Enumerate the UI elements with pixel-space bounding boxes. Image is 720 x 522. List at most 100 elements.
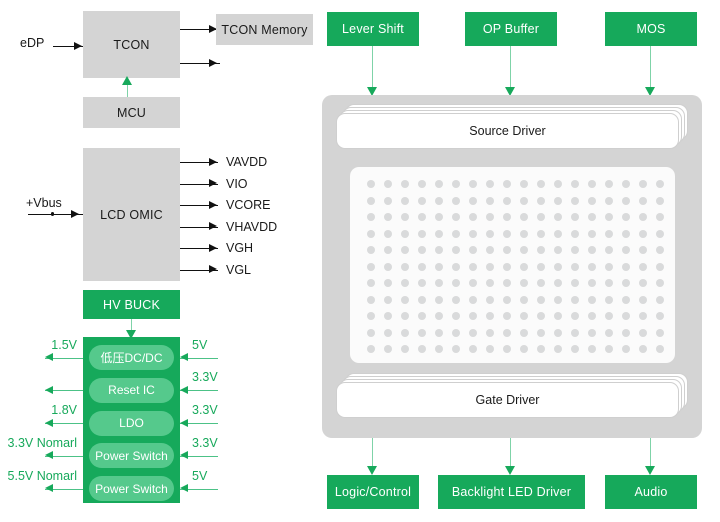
pixel-dot bbox=[554, 180, 562, 188]
power-in-label: 5V bbox=[192, 337, 208, 352]
pixel-dot bbox=[503, 213, 511, 221]
block-audio[interactable]: Audio bbox=[605, 475, 697, 509]
diagram-canvas: eDP TCON TCON Memory MCU +Vbus LCD OMIC … bbox=[0, 0, 720, 522]
block-logic-control-label: Logic/Control bbox=[334, 485, 412, 499]
pixel-dot bbox=[367, 196, 375, 205]
pixel-dot bbox=[554, 196, 562, 205]
pixel-dot bbox=[418, 328, 426, 337]
power-in-arrow-icon bbox=[180, 353, 188, 361]
source-driver-card-front[interactable]: Source Driver bbox=[336, 113, 679, 149]
pixel-dot bbox=[418, 262, 426, 271]
pixel-dot bbox=[384, 262, 392, 271]
pixel-dot bbox=[452, 328, 460, 337]
pixel-dot bbox=[605, 262, 613, 271]
pixel-dot bbox=[605, 213, 613, 221]
pixel-dot bbox=[452, 262, 460, 271]
pixel-dot bbox=[571, 213, 579, 221]
pixel-dot bbox=[418, 180, 426, 188]
pixel-dot bbox=[639, 279, 647, 287]
power-out-arrow-icon bbox=[45, 418, 53, 427]
pixel-dot bbox=[503, 345, 511, 353]
pixel-dot bbox=[384, 295, 392, 304]
block-audio-label: Audio bbox=[634, 485, 668, 499]
pixel-dot bbox=[401, 229, 409, 238]
power-stage-pill[interactable]: Power Switch bbox=[89, 476, 174, 502]
pixel-dot bbox=[384, 196, 392, 205]
pixel-dot bbox=[588, 262, 596, 271]
pixel-dot bbox=[622, 246, 630, 254]
block-lever-shift[interactable]: Lever Shift bbox=[327, 12, 419, 46]
pixel-dot bbox=[588, 229, 596, 238]
pixel-dot bbox=[469, 196, 477, 205]
power-in-label: 3.3V bbox=[192, 435, 218, 450]
pixel-dot bbox=[503, 312, 511, 320]
pixel-dot bbox=[639, 246, 647, 254]
block-mos[interactable]: MOS bbox=[605, 12, 697, 46]
block-op-buffer-label: OP Buffer bbox=[482, 22, 540, 36]
pixel-dot bbox=[520, 312, 528, 320]
pixel-dot bbox=[639, 345, 647, 353]
pixel-dot bbox=[418, 279, 426, 287]
pixel-dot bbox=[554, 312, 562, 320]
pixel-dot bbox=[520, 196, 528, 205]
pixel-dot bbox=[639, 312, 647, 320]
pixel-dot bbox=[469, 262, 477, 271]
pixel-dot bbox=[486, 312, 494, 320]
gate-driver-stack[interactable]: Gate Driver bbox=[336, 373, 688, 419]
pixel-dot bbox=[520, 213, 528, 221]
source-driver-stack[interactable]: Source Driver bbox=[336, 104, 688, 150]
power-out-label: 1.5V bbox=[51, 337, 77, 352]
pixel-dot bbox=[401, 295, 409, 304]
pixel-dot bbox=[656, 328, 664, 337]
pixel-dot bbox=[486, 196, 494, 205]
pixel-dot bbox=[537, 295, 545, 304]
pixel-dot bbox=[435, 295, 443, 304]
pixel-dot bbox=[435, 262, 443, 271]
pixel-dot bbox=[605, 328, 613, 337]
pixel-dot bbox=[520, 246, 528, 254]
pixel-dot bbox=[622, 312, 630, 320]
pixel-dot bbox=[503, 295, 511, 304]
pixel-dot bbox=[656, 180, 664, 188]
pixel-dot bbox=[537, 246, 545, 254]
pixel-dot bbox=[656, 196, 664, 205]
pixel-dot bbox=[571, 328, 579, 337]
pixel-dot bbox=[571, 345, 579, 353]
pixel-dot bbox=[486, 246, 494, 254]
block-backlight-led-driver[interactable]: Backlight LED Driver bbox=[438, 475, 585, 509]
pixel-dot bbox=[622, 196, 630, 205]
block-lever-shift-label: Lever Shift bbox=[342, 22, 404, 36]
pixel-dot bbox=[571, 229, 579, 238]
power-stage-pill[interactable]: LDO bbox=[89, 410, 174, 436]
pixel-dot bbox=[554, 229, 562, 238]
pixel-dot bbox=[554, 328, 562, 337]
pixel-dot bbox=[503, 262, 511, 271]
power-stage-pill[interactable]: Reset IC bbox=[89, 377, 174, 403]
pixel-dot bbox=[367, 328, 375, 337]
pixel-dot bbox=[588, 246, 596, 254]
pixel-dot bbox=[435, 328, 443, 337]
pixel-dot bbox=[554, 345, 562, 353]
pixel-dot bbox=[401, 213, 409, 221]
power-out-label: 3.3V Nomarl bbox=[7, 435, 77, 450]
power-stage-pill[interactable]: Power Switch bbox=[89, 443, 174, 469]
power-out-arrow-icon bbox=[45, 353, 53, 361]
block-logic-control[interactable]: Logic/Control bbox=[327, 475, 419, 509]
pixel-dot bbox=[520, 229, 528, 238]
pixel-dot bbox=[384, 279, 392, 287]
pixel-dot bbox=[571, 246, 579, 254]
pixel-dot bbox=[656, 312, 664, 320]
pixel-dot bbox=[367, 246, 375, 254]
pixel-dot bbox=[605, 312, 613, 320]
power-stage-pill[interactable]: 低压DC/DC bbox=[89, 345, 174, 370]
pixel-dot bbox=[418, 246, 426, 254]
pixel-dot bbox=[622, 295, 630, 304]
pixel-dot bbox=[656, 229, 664, 238]
gate-driver-card-front[interactable]: Gate Driver bbox=[336, 382, 679, 418]
pixel-dot bbox=[469, 295, 477, 304]
pixel-dot bbox=[639, 328, 647, 337]
pixel-dot bbox=[656, 279, 664, 287]
pixel-dot bbox=[520, 262, 528, 271]
pixel-dot bbox=[384, 312, 392, 320]
block-op-buffer[interactable]: OP Buffer bbox=[465, 12, 557, 46]
